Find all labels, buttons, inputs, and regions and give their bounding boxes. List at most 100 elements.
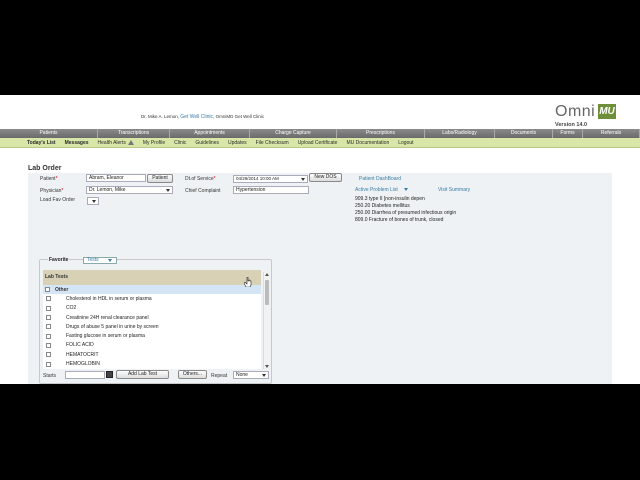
repeat-select[interactable]: None <box>233 371 269 379</box>
dos-label: Dt.of Service* <box>185 176 216 182</box>
nav-documents[interactable]: Documents <box>495 129 553 138</box>
test-label: FOLIC ACID <box>66 342 94 349</box>
chevron-down-icon <box>404 188 409 191</box>
test-label: Drugs of abuse 5 panel in urine by scree… <box>66 323 159 330</box>
group-row-other[interactable]: Other <box>43 285 261 295</box>
test-checkbox[interactable] <box>46 305 51 311</box>
clinic-info: Dr. Mike A. Lemon, Get Well Clinic, Omni… <box>141 114 264 120</box>
dos-value: 04/29/2014 10:00 AM <box>236 176 279 181</box>
list-item[interactable]: FOLIC ACID <box>43 341 261 350</box>
chief-complaint-field[interactable]: Hypertension <box>233 186 309 194</box>
others-button[interactable]: Others... <box>178 370 207 379</box>
favorite-label: Favorite <box>48 257 70 263</box>
nav-appointments[interactable]: Appointments <box>170 129 250 138</box>
subnav-guidelines[interactable]: Guidelines <box>195 140 219 146</box>
lab-tests-header: Lab Tests <box>43 270 261 285</box>
problem-item: 909.3 type II [non-insulin depen <box>355 196 425 202</box>
test-checkbox[interactable] <box>46 352 51 358</box>
subnav-todays-list[interactable]: Today's List <box>27 140 56 146</box>
version-label: Version 14.0 <box>555 122 588 128</box>
list-item[interactable]: HEMOGLOBIN <box>43 359 261 368</box>
scroll-down-icon[interactable] <box>265 365 269 368</box>
nav-patients[interactable]: Patients <box>0 129 98 138</box>
list-item[interactable]: Fasting glucose in serum or plasma <box>43 331 261 340</box>
tests-dropdown[interactable]: Tests <box>83 257 117 264</box>
test-checkbox[interactable] <box>46 333 51 339</box>
subnav-logout[interactable]: Logout <box>398 140 413 146</box>
provider-name: Dr. Mike A. Lemon, <box>141 114 180 119</box>
nav-forms[interactable]: Forms <box>553 129 583 138</box>
physician-value: Dr. Lemon, Mike <box>89 187 126 193</box>
lab-order-form: Patient* Abram, Eleanor Patient Dt.of Se… <box>28 173 612 384</box>
load-fav-order-select[interactable] <box>87 197 99 205</box>
patient-dashboard-link[interactable]: Patient DashBoard <box>359 176 401 182</box>
warning-icon <box>127 140 134 145</box>
list-item[interactable]: Creatinine 24H renal clearance panel <box>43 313 261 322</box>
test-checkbox[interactable] <box>46 296 51 302</box>
lab-tests-list: Other Cholesterol in HDL in serum or pla… <box>43 285 261 369</box>
nav-prescriptions[interactable]: Prescriptions <box>337 129 425 138</box>
add-lab-test-button[interactable]: Add Lab Test <box>116 370 169 379</box>
list-item[interactable]: Drugs of abuse 5 panel in urine by scree… <box>43 322 261 331</box>
chief-complaint-label: Chief Complaint <box>185 188 221 194</box>
load-fav-order-label: Load Fav Order <box>40 197 76 203</box>
test-checkbox[interactable] <box>46 315 51 321</box>
physician-select[interactable]: Dr. Lemon, Mike <box>86 186 173 194</box>
nav-labs-radiology[interactable]: Labs/Radiology <box>425 129 495 138</box>
patient-field[interactable]: Abram, Eleanor <box>86 174 146 182</box>
list-item[interactable]: CO2 <box>43 304 261 313</box>
subnav-updates[interactable]: Updates <box>228 140 247 146</box>
subnav-mu-documentation[interactable]: MU Documentation <box>346 140 389 146</box>
new-dos-button[interactable]: New DOS <box>309 173 342 182</box>
test-checkbox[interactable] <box>46 342 51 348</box>
health-alerts-label: Health Alerts <box>97 139 126 146</box>
list-item[interactable]: HEMATOCRIT <box>43 350 261 359</box>
chevron-down-icon <box>262 374 266 377</box>
org-name: OmniMD Get Well Clinic <box>215 114 265 119</box>
repeat-label: Repeat <box>211 373 228 379</box>
group-label: Other <box>55 286 69 293</box>
subnav-my-profile[interactable]: My Profile <box>143 140 165 146</box>
test-checkbox[interactable] <box>46 361 51 367</box>
starts-date-field[interactable] <box>65 371 105 379</box>
sub-nav: Today's List Messages Health Alerts My P… <box>0 138 640 148</box>
hand-cursor-icon <box>244 277 252 287</box>
problem-item: 250.00 Diarrhea of presumed infectious o… <box>355 210 457 216</box>
problem-item: 809.0 Fracture of bones of trunk, closed <box>355 217 444 223</box>
page-title: Lab Order <box>28 165 62 172</box>
main-nav: Patients Transcriptions Appointments Cha… <box>0 129 640 138</box>
subnav-clinic[interactable]: Clinic <box>174 140 186 146</box>
tests-dropdown-value: Tests <box>87 257 99 263</box>
test-label: Fasting glucose in serum or plasma <box>66 333 145 340</box>
clinic-link[interactable]: Get Well Clinic, <box>180 114 214 120</box>
tests-fieldset: Favorite Tests Lab Tests Other Cholester… <box>39 257 272 384</box>
omnimd-logo: Omni MU Version 14.0 <box>555 103 625 128</box>
chevron-down-icon <box>166 189 170 192</box>
test-checkbox[interactable] <box>46 324 51 330</box>
scroll-up-icon[interactable] <box>265 273 269 276</box>
repeat-value: None <box>236 372 248 378</box>
nav-charge-capture[interactable]: Charge Capture <box>250 129 337 138</box>
test-label: HEMATOCRIT <box>66 351 99 358</box>
dos-field[interactable]: 04/29/2014 10:00 AM <box>233 175 308 183</box>
nav-transcriptions[interactable]: Transcriptions <box>98 129 170 138</box>
list-scrollbar[interactable] <box>263 272 269 369</box>
subnav-health-alerts[interactable]: Health Alerts <box>98 140 134 146</box>
patient-label: Patient* <box>40 176 58 182</box>
group-checkbox[interactable] <box>45 287 50 293</box>
subnav-file-checksum[interactable]: File Checksum <box>256 140 289 146</box>
problem-item: 250.20 Diabetes mellitus <box>355 203 410 209</box>
calendar-icon[interactable] <box>106 371 113 378</box>
subnav-messages[interactable]: Messages <box>65 140 89 146</box>
scroll-thumb[interactable] <box>265 280 269 305</box>
patient-button[interactable]: Patient <box>147 174 173 183</box>
subnav-upload-certificate[interactable]: Upload Certificate <box>298 140 338 146</box>
list-item[interactable]: Cholesterol in HDL in serum or plasma <box>43 294 261 303</box>
mu-badge: MU <box>598 104 616 119</box>
chevron-down-icon <box>92 200 96 203</box>
chevron-down-icon <box>301 178 305 181</box>
physician-label: Physician* <box>40 188 64 194</box>
active-problem-list-link[interactable]: Active Problem List <box>355 187 409 193</box>
visit-summary-link[interactable]: Visit Summary <box>438 187 470 193</box>
nav-referrals[interactable]: Referrals <box>583 129 640 138</box>
